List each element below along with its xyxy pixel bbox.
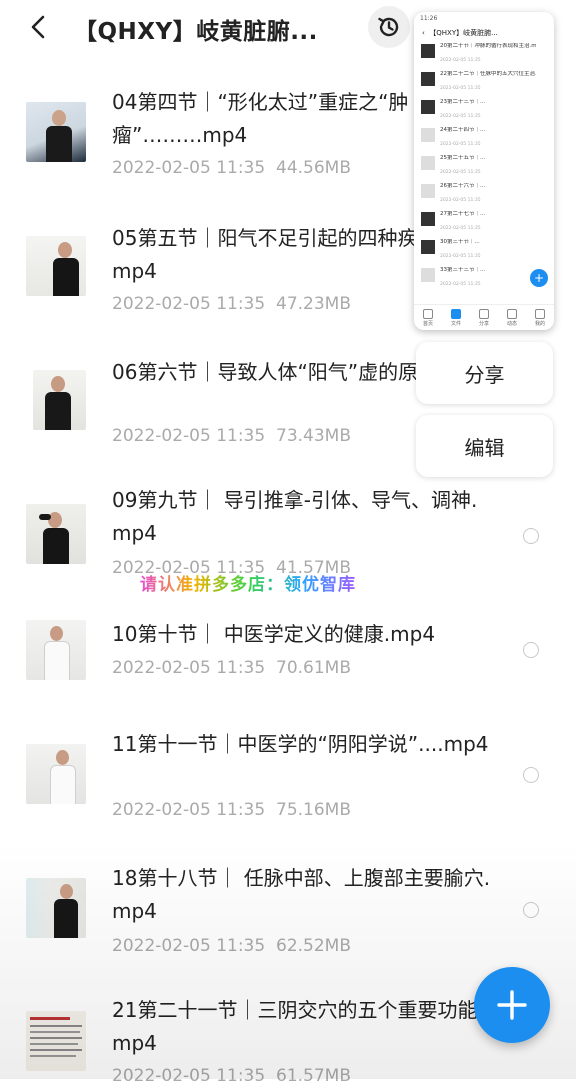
select-radio[interactable] bbox=[523, 767, 539, 783]
preview-title: ‹ 【QHXY】岐黄脏腑... bbox=[422, 29, 498, 37]
select-radio[interactable] bbox=[523, 902, 539, 918]
video-thumbnail bbox=[26, 744, 86, 804]
share-button[interactable]: 分享 bbox=[416, 342, 553, 404]
file-name: 09第九节｜ 导引推拿-引体、导气、调神.mp4 bbox=[112, 488, 478, 545]
shop-watermark: 请认准拼多多店：领优智库 bbox=[140, 570, 356, 595]
back-arrow-icon[interactable] bbox=[26, 14, 52, 40]
video-thumbnail bbox=[26, 236, 86, 296]
file-row[interactable]: 11第十一节｜中医学的“阴阳学说”....mp4 2022-02-05 11:3… bbox=[0, 728, 576, 858]
page-title: 【QHXY】岐黄脏腑... bbox=[74, 19, 318, 45]
video-thumbnail bbox=[26, 878, 86, 938]
file-name: 21第二十一节｜三阴交穴的五个重要功能.mp4 bbox=[112, 998, 484, 1055]
preview-row: 23第二十三节｜... 2022-02-05 11:35 bbox=[414, 98, 554, 124]
file-row[interactable]: 18第十八节｜ 任脉中部、上腹部主要腧穴.mp4 2022-02-05 11:3… bbox=[0, 862, 576, 992]
video-thumbnail bbox=[26, 504, 86, 564]
preview-tab: 文件 bbox=[450, 309, 461, 327]
video-thumbnail bbox=[33, 370, 86, 430]
file-name: 18第十八节｜ 任脉中部、上腹部主要腧穴.mp4 bbox=[112, 866, 491, 923]
file-meta: 2022-02-05 11:35 44.56MB bbox=[112, 158, 352, 178]
preview-row: 30第三十节｜... 2022-02-05 11:35 bbox=[414, 238, 554, 264]
video-thumbnail bbox=[26, 620, 86, 680]
video-thumbnail bbox=[26, 102, 86, 162]
file-meta: 2022-02-05 11:35 62.52MB bbox=[112, 936, 352, 956]
preview-tab: 分享 bbox=[478, 309, 489, 327]
preview-tabbar: 首页 文件 分享 动态 我的 bbox=[414, 304, 554, 330]
preview-add-icon: + bbox=[530, 269, 548, 287]
preview-row: 27第二十七节｜... 2022-02-05 11:35 bbox=[414, 210, 554, 236]
file-name: 11第十一节｜中医学的“阴阳学说”....mp4 bbox=[112, 732, 489, 756]
preview-row: 22第二十二节｜任脉中的五大穴位主治.mp42022-02-05 11:35 bbox=[414, 70, 554, 96]
preview-row: 24第二十四节｜... 2022-02-05 11:35 bbox=[414, 126, 554, 152]
preview-tab: 我的 bbox=[534, 309, 545, 327]
add-button[interactable] bbox=[474, 967, 550, 1043]
file-meta: 2022-02-05 11:35 75.16MB bbox=[112, 800, 352, 820]
preview-row: 26第二十六节｜... 2022-02-05 11:35 bbox=[414, 182, 554, 208]
select-radio[interactable] bbox=[523, 642, 539, 658]
file-meta: 2022-02-05 11:35 70.61MB bbox=[112, 658, 352, 678]
page-preview[interactable]: 11:26 ‹ 【QHXY】岐黄脏腑... 20第二十节｜冲脉的循行表现和主治.… bbox=[414, 12, 554, 330]
edit-button[interactable]: 编辑 bbox=[416, 415, 553, 477]
file-name: 10第十节｜ 中医学定义的健康.mp4 bbox=[112, 622, 436, 646]
preview-status-time: 11:26 bbox=[420, 15, 438, 22]
document-thumbnail bbox=[26, 1011, 86, 1071]
file-meta: 2022-02-05 11:35 61.57MB bbox=[112, 1066, 352, 1086]
preview-row: 20第二十节｜冲脉的循行表现和主治.mp4 2022-02-05 11:35 bbox=[414, 42, 554, 68]
preview-row: 25第二十五节｜... 2022-02-05 11:35 bbox=[414, 154, 554, 180]
plus-icon bbox=[497, 990, 527, 1020]
history-button[interactable] bbox=[368, 6, 410, 48]
file-row[interactable]: 10第十节｜ 中医学定义的健康.mp4 2022-02-05 11:35 70.… bbox=[0, 618, 576, 728]
select-radio[interactable] bbox=[523, 528, 539, 544]
file-meta: 2022-02-05 11:35 47.23MB bbox=[112, 294, 352, 314]
preview-tab: 动态 bbox=[506, 309, 517, 327]
file-meta: 2022-02-05 11:35 73.43MB bbox=[112, 426, 352, 446]
preview-tab: 首页 bbox=[422, 309, 433, 327]
history-icon bbox=[378, 17, 399, 37]
